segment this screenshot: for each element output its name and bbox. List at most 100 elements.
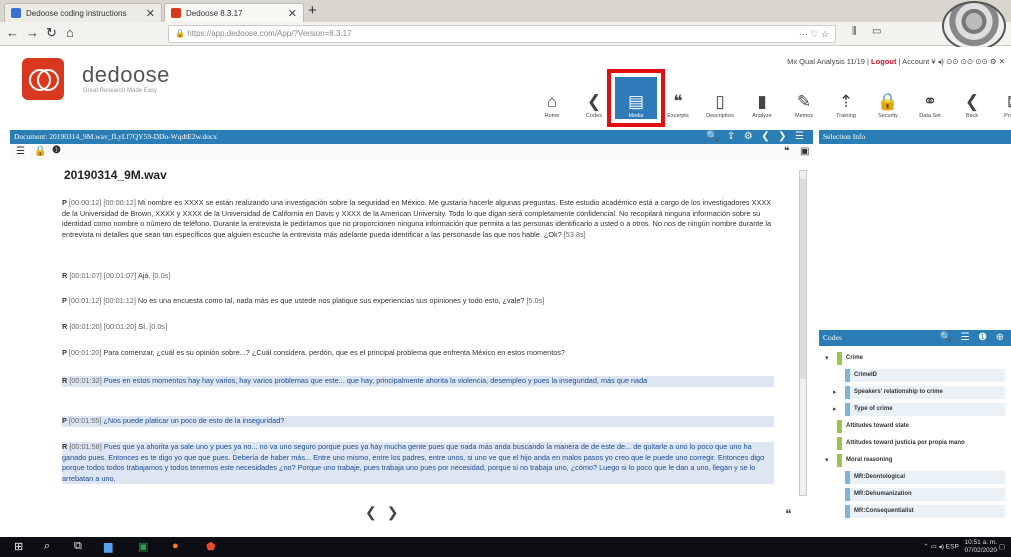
transcript-paragraph[interactable]: R [00:01:32] Pues en estos momentos hay … [62, 376, 774, 387]
scrollbar-thumb[interactable] [800, 179, 806, 379]
address-bar[interactable]: 🔒 https://app.dedoose.com/App/?Version=8… [168, 25, 836, 43]
code-item[interactable]: MR:Dehumanization [845, 488, 1005, 501]
code-item[interactable]: MR:Consequentialist [845, 505, 1005, 518]
filter-icon[interactable]: ☰ [16, 146, 25, 157]
toolbar-security-button[interactable]: 🔒 Security [867, 77, 909, 119]
document-header-icons[interactable]: 🔍 ⇪ ⚙ ❮ ❯ ☰ [706, 130, 807, 144]
toolbar-analyze-button[interactable]: ▮ Analyze [741, 77, 783, 119]
utterance-text: Pues que ya ahorita ya sale uno y pues y… [62, 442, 765, 483]
firefox-icon[interactable]: ● [172, 540, 179, 552]
codes-tree: ▾ Crime CrimeID ▸ Speakers' relationship to … [819, 346, 1011, 520]
home-icon[interactable]: ⌂ [66, 25, 74, 40]
document-scrollbar[interactable] [799, 170, 807, 496]
new-tab-button[interactable]: + [308, 2, 317, 19]
transcript-paragraph[interactable]: P [00:01:55] ¿Nos puede platicar un poco… [62, 416, 774, 427]
info-icon[interactable]: ❶ [52, 145, 61, 156]
search-icon[interactable]: ⌕ [44, 540, 50, 553]
timestamp: [00:01:32] [69, 376, 102, 385]
trash-icon[interactable]: ▣ [800, 146, 809, 157]
app-icon[interactable]: ▣ [138, 540, 148, 553]
library-icon[interactable]: ⫼ [852, 26, 857, 37]
transcript-paragraph[interactable]: P [00:00:12] [00:00:12] Mi nombre es XXX… [62, 198, 774, 240]
toolbar-training-button[interactable]: ⇡ Training [825, 77, 867, 119]
code-item[interactable]: Type of crime [845, 403, 1005, 416]
timestamp: [00:01:55] [68, 416, 102, 425]
transcript-paragraph[interactable]: R [00:01:20] [00:01:20] Sí. [0.0s] [62, 322, 774, 333]
codes-header-icons[interactable]: 🔍 ☰ ❶ ⊕ [940, 330, 1007, 346]
utterance-text: Mi nombre es XXXX se están realizando un… [62, 198, 772, 239]
document-body[interactable]: 20190314_9M.wav P [00:00:12] [00:00:12] … [10, 160, 813, 500]
security-icon: 🔒 [877, 92, 899, 111]
close-tab-icon[interactable]: ✕ [288, 7, 297, 20]
close-tab-icon[interactable]: ✕ [146, 7, 155, 20]
toolbar-label: Memos [794, 113, 814, 119]
toolbar-codes-button[interactable]: ❮ Codes [573, 77, 615, 119]
toolbar-label: Training [836, 113, 856, 119]
system-tray[interactable]: ⌃ ▭ ◂) ESP 10:51 a. m. 07/02/2020 ▢ [923, 539, 1005, 555]
timestamp: [00:01:20] [68, 348, 102, 357]
code-item[interactable]: Attitudes toward justicia por propia man… [837, 437, 1005, 450]
windows-start-icon[interactable]: ⊞ [14, 540, 23, 553]
speaker-tag: P [62, 348, 67, 357]
toolbar-media-button[interactable]: ▤ Media [607, 69, 665, 127]
transcript-paragraph[interactable]: R [00:01:07] [00:01:07] Ajá. [0.0s] [62, 271, 774, 282]
back-arrow-icon[interactable]: ← [6, 25, 19, 40]
account-link[interactable]: | Account [896, 57, 930, 66]
language-indicator[interactable]: ESP [946, 544, 959, 551]
browser-tab-dedoose[interactable]: Dedoose 8.3.17 ✕ [164, 3, 304, 22]
header-utility-icons[interactable]: ¥ ◂) ⊙⊙ ⊙⊙ ⊙⊙ ⚙ ✕ [931, 57, 1005, 66]
expand-caret-icon[interactable]: ▾ [825, 456, 829, 464]
transcript-paragraph[interactable]: R [00:01:58] Pues que ya ahorita ya sale… [62, 442, 774, 484]
file-explorer-icon[interactable]: ▆ [104, 540, 112, 553]
expand-caret-icon[interactable]: ▸ [833, 405, 837, 413]
page-actions[interactable]: ··· ♡ ☆ [799, 26, 829, 42]
tray-icons[interactable]: ⌃ ▭ ◂) [923, 544, 945, 551]
toolbar-projects-button[interactable]: ⊠Projects [993, 77, 1011, 119]
toolbar-home-button[interactable]: ⌂ Home [531, 77, 573, 119]
browser-tab-coding-instructions[interactable]: Dedoose coding instructions ✕ [4, 3, 162, 22]
notifications-icon[interactable]: ▢ [999, 544, 1005, 551]
code-item[interactable]: CrimeID [845, 369, 1005, 382]
toolbar-memos-button[interactable]: ✎ Memos [783, 77, 825, 119]
data-set-icon: ⚭ [922, 92, 938, 111]
toolbar-excerpts-button[interactable]: ❝ Excerpts [657, 77, 699, 119]
sidebar-icon[interactable]: ▭ [872, 26, 881, 37]
expand-caret-icon[interactable]: ▾ [825, 354, 829, 362]
expand-caret-icon[interactable]: ▸ [833, 388, 837, 396]
code-item[interactable]: Moral reasoning [837, 454, 1005, 467]
document-pager[interactable]: ❮❯ [365, 504, 408, 521]
clock-date[interactable]: 07/02/2020 [964, 547, 997, 555]
selection-info-header: Selection Info [819, 130, 1011, 144]
transcript-paragraph[interactable]: P [00:01:12] [00:01:12] No es una encues… [62, 296, 774, 307]
code-item[interactable]: Attitudes toward state [837, 420, 1005, 433]
code-item[interactable]: Speakers' relationship to crime [845, 386, 1005, 399]
prev-page-icon[interactable]: ❮ [365, 504, 387, 520]
toolbar-descriptors-button[interactable]: ▯ Descriptors [699, 77, 741, 119]
speaker-tag: P [62, 296, 67, 305]
brave-icon[interactable]: ⬟ [206, 540, 216, 553]
lock-icon[interactable]: 🔒 [34, 146, 46, 157]
code-item[interactable]: MR:Deontological [845, 471, 1005, 484]
user-account-line: Mx Qual Analysis 11/19 | Logout | Accoun… [787, 57, 1005, 66]
training-icon: ⇡ [838, 92, 854, 111]
home-icon: ⌂ [546, 92, 558, 111]
codes-icon: ❮ [586, 92, 602, 111]
clock-time[interactable]: 10:51 a. m. [964, 539, 998, 547]
toolbar-data-set-button[interactable]: ⚭ Data Set [909, 77, 951, 119]
utterance-text: Para comenzar, ¿cuál es su opinión sobre… [103, 348, 565, 357]
toolbar-back-button[interactable]: ❮ Back [951, 77, 993, 119]
forward-arrow-icon[interactable]: → [26, 25, 39, 40]
utterance-text: No es una encuesta como tal, nada más es… [137, 296, 525, 305]
quote-icon[interactable]: ❝ [784, 146, 789, 157]
document-header: Document: 20190314_9M.wav_fLyLf7QY59-DDo… [10, 130, 813, 144]
excerpt-quote-icon[interactable]: ❝ [785, 507, 791, 521]
toolbar-label: Excerpts [667, 113, 689, 119]
profile-avatar[interactable] [942, 1, 1006, 51]
code-item[interactable]: Crime [837, 352, 1005, 365]
task-view-icon[interactable]: ⧉ [74, 540, 82, 553]
transcript-paragraph[interactable]: P [00:01:20] Para comenzar, ¿cuál es su … [62, 348, 774, 359]
reload-icon[interactable]: ↻ [46, 25, 57, 41]
next-page-icon[interactable]: ❯ [387, 504, 409, 520]
logout-link[interactable]: Logout [871, 57, 896, 66]
toolbar-label: Codes [586, 113, 602, 119]
